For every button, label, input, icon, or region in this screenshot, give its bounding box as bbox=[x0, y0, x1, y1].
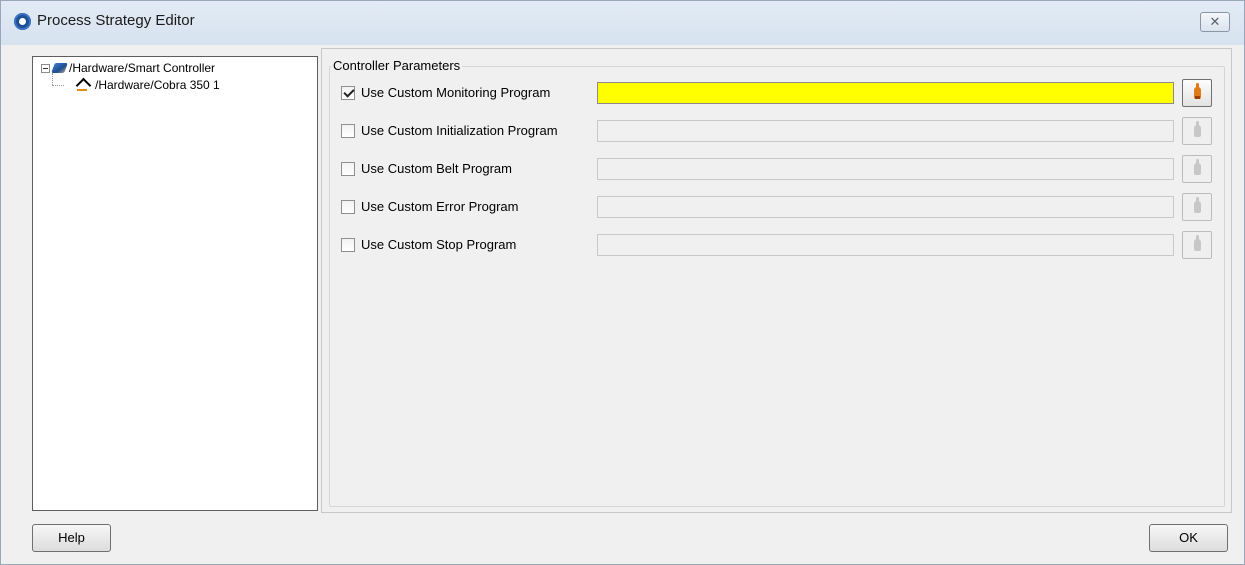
error-program-label: Use Custom Error Program bbox=[361, 199, 519, 214]
initialization-program-row: Use Custom Initialization Program bbox=[341, 117, 1221, 145]
tree-item-label: /Hardware/Smart Controller bbox=[69, 61, 216, 75]
close-icon: ✕ bbox=[1209, 14, 1221, 29]
belt-program-checkbox[interactable] bbox=[341, 162, 355, 176]
controller-icon bbox=[51, 63, 68, 73]
initialization-program-label: Use Custom Initialization Program bbox=[361, 123, 558, 138]
monitoring-program-label: Use Custom Monitoring Program bbox=[361, 85, 551, 100]
initialization-program-field[interactable] bbox=[597, 120, 1174, 142]
error-program-field[interactable] bbox=[597, 196, 1174, 218]
monitoring-program-field[interactable] bbox=[597, 82, 1174, 104]
help-button[interactable]: Help bbox=[32, 524, 111, 552]
monitoring-program-row: Use Custom Monitoring Program bbox=[341, 79, 1221, 107]
stop-program-browse-button[interactable] bbox=[1182, 231, 1212, 259]
tree-item-cobra-350[interactable]: /Hardware/Cobra 350 1 bbox=[76, 77, 220, 93]
pointer-icon bbox=[1194, 235, 1201, 251]
app-logo-icon bbox=[14, 13, 31, 30]
title-bar: Process Strategy Editor ✕ bbox=[1, 1, 1244, 45]
pointer-icon bbox=[1194, 197, 1201, 213]
stop-program-checkbox[interactable] bbox=[341, 238, 355, 252]
robot-arm-icon bbox=[76, 78, 92, 92]
tree-item-smart-controller[interactable]: /Hardware/Smart Controller bbox=[41, 60, 215, 76]
pointer-icon bbox=[1194, 121, 1201, 137]
error-program-row: Use Custom Error Program bbox=[341, 193, 1221, 221]
initialization-program-browse-button[interactable] bbox=[1182, 117, 1212, 145]
initialization-program-checkbox[interactable] bbox=[341, 124, 355, 138]
process-strategy-editor-window: Process Strategy Editor ✕ /Hardware/Smar… bbox=[0, 0, 1245, 565]
window-title: Process Strategy Editor bbox=[37, 12, 195, 29]
monitoring-program-checkbox[interactable] bbox=[341, 86, 355, 100]
belt-program-field[interactable] bbox=[597, 158, 1174, 180]
group-title: Controller Parameters bbox=[331, 58, 463, 73]
monitoring-program-browse-button[interactable] bbox=[1182, 79, 1212, 107]
pointer-icon bbox=[1194, 83, 1201, 99]
hardware-tree[interactable] bbox=[32, 56, 318, 511]
tree-connector bbox=[52, 85, 64, 86]
tree-item-label: /Hardware/Cobra 350 1 bbox=[95, 78, 220, 92]
error-program-checkbox[interactable] bbox=[341, 200, 355, 214]
stop-program-row: Use Custom Stop Program bbox=[341, 231, 1221, 259]
collapse-toggle-icon[interactable] bbox=[41, 63, 50, 73]
stop-program-field[interactable] bbox=[597, 234, 1174, 256]
stop-program-label: Use Custom Stop Program bbox=[361, 237, 517, 252]
pointer-icon bbox=[1194, 159, 1201, 175]
belt-program-row: Use Custom Belt Program bbox=[341, 155, 1221, 183]
belt-program-label: Use Custom Belt Program bbox=[361, 161, 512, 176]
close-button[interactable]: ✕ bbox=[1200, 12, 1230, 32]
error-program-browse-button[interactable] bbox=[1182, 193, 1212, 221]
belt-program-browse-button[interactable] bbox=[1182, 155, 1212, 183]
ok-button[interactable]: OK bbox=[1149, 524, 1228, 552]
